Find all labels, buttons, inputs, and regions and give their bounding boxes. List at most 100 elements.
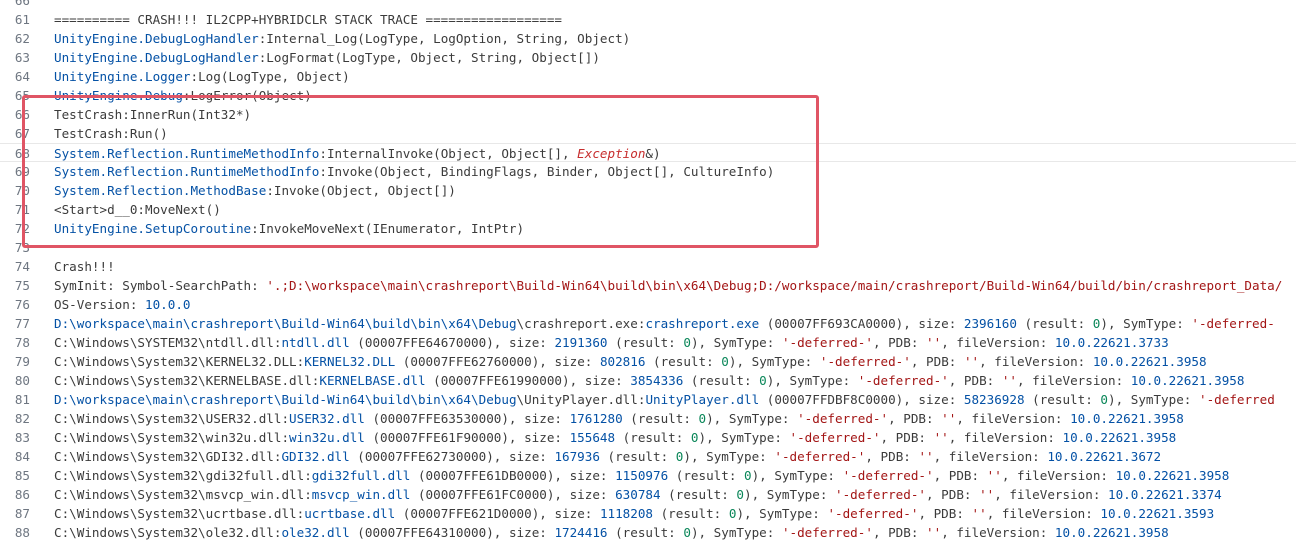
code-token: ), SymType: xyxy=(1100,316,1192,331)
code-line[interactable]: 66 xyxy=(0,0,1296,10)
code-token: Exception xyxy=(577,146,646,161)
line-number: 70 xyxy=(14,183,30,198)
code-token: '-deferred-' xyxy=(835,487,927,502)
code-token: :Log(LogType, Object) xyxy=(190,69,350,84)
code-line[interactable]: 63 UnityEngine.DebugLogHandler:LogFormat(… xyxy=(0,48,1296,67)
code-token: :InternalInvoke(Object, Object[], xyxy=(319,146,578,161)
code-token: 2191360 xyxy=(554,335,608,350)
line-content: C:\Windows\System32\ole32.dll:ole32.dll … xyxy=(54,523,1169,542)
code-line[interactable]: 78 C:\Windows\SYSTEM32\ntdll.dll:ntdll.dl… xyxy=(0,333,1296,352)
code-token: '-deferred-' xyxy=(827,506,919,521)
code-line[interactable]: 85 C:\Windows\System32\gdi32full.dll:gdi3… xyxy=(0,466,1296,485)
line-number: 71 xyxy=(14,202,30,217)
code-token: 10.0.22621.3958 xyxy=(1130,373,1245,388)
code-token: '' xyxy=(926,525,942,540)
code-line[interactable]: 81 D:\workspace\main\crashreport\Build-Wi… xyxy=(0,390,1296,409)
code-token: ntdll.dll xyxy=(281,335,350,350)
code-line[interactable]: 62 UnityEngine.DebugLogHandler:Internal_L… xyxy=(0,29,1296,48)
code-token: KERNEL32.DLL xyxy=(304,354,396,369)
line-number: 67 xyxy=(14,126,30,141)
code-token: ), SymType: xyxy=(698,430,790,445)
line-content: System.Reflection.RuntimeMethodInfo:Invo… xyxy=(54,162,774,181)
code-token: ucrtbase.dll xyxy=(304,506,396,521)
code-token: (00007FFE61F90000), size: xyxy=(364,430,570,445)
line-number: 84 xyxy=(14,449,30,464)
line-number: 78 xyxy=(14,335,30,350)
line-number: 69 xyxy=(14,164,30,179)
code-line[interactable]: 73 xyxy=(0,238,1296,257)
code-line[interactable]: 71 <Start>d__0:MoveNext() xyxy=(0,200,1296,219)
code-token: , fileVersion: xyxy=(979,354,1093,369)
code-token: 1150976 xyxy=(615,468,669,483)
line-content: D:\workspace\main\crashreport\Build-Win6… xyxy=(54,390,1275,409)
code-line[interactable]: 77 D:\workspace\main\crashreport\Build-Wi… xyxy=(0,314,1296,333)
code-token: TestCrash:Run() xyxy=(54,126,168,141)
code-token: C:\Windows\SYSTEM32\ntdll.dll: xyxy=(54,335,282,350)
code-line[interactable]: 82 C:\Windows\System32\USER32.dll:USER32.… xyxy=(0,409,1296,428)
code-token: SymInit: Symbol-SearchPath: xyxy=(54,278,267,293)
code-token: (00007FFE64670000), size: xyxy=(349,335,555,350)
line-number: 73 xyxy=(14,240,30,255)
code-token: msvcp_win.dll xyxy=(311,487,411,502)
code-token: win32u.dll xyxy=(289,430,365,445)
line-number: 87 xyxy=(14,506,30,521)
line-number: 72 xyxy=(14,221,30,236)
code-token: , PDB: xyxy=(865,449,919,464)
line-number: 86 xyxy=(14,487,30,502)
line-number: 75 xyxy=(14,278,30,293)
code-token: :Internal_Log(LogType, LogOption, String… xyxy=(258,31,631,46)
code-token: 0 xyxy=(1100,392,1108,407)
code-editor[interactable]: 66 61 ========== CRASH!!! IL2CPP+HYBRIDCLR… xyxy=(0,0,1296,540)
line-content: UnityEngine.DebugLogHandler:Internal_Log… xyxy=(54,29,630,48)
code-token: \crashreport.exe: xyxy=(516,316,646,331)
code-token: Debug xyxy=(478,392,517,407)
code-token: '' xyxy=(963,354,980,369)
code-token: '-deferred-' xyxy=(842,468,934,483)
line-content: System.Reflection.MethodBase:Invoke(Obje… xyxy=(54,181,456,200)
code-line[interactable]: 70 System.Reflection.MethodBase:Invoke(Ob… xyxy=(0,181,1296,200)
code-line[interactable]: 76 OS-Version: 10.0.0 xyxy=(0,295,1296,314)
code-token: 0 xyxy=(683,525,691,540)
code-token: '-deferred-' xyxy=(797,411,889,426)
code-token: '-deferred xyxy=(1198,392,1275,407)
code-token: 2396160 xyxy=(963,316,1017,331)
code-line[interactable]: 80 C:\Windows\System32\KERNELBASE.dll:KER… xyxy=(0,371,1296,390)
line-number: 85 xyxy=(14,468,30,483)
code-token: , fileVersion: xyxy=(994,487,1108,502)
code-line[interactable]: 72 UnityEngine.SetupCoroutine:InvokeMoveN… xyxy=(0,219,1296,238)
code-line[interactable]: 86 C:\Windows\System32\msvcp_win.dll:msvc… xyxy=(0,485,1296,504)
code-token: , PDB: xyxy=(880,430,934,445)
code-token: '-deferred- xyxy=(1191,316,1275,331)
line-number: 83 xyxy=(14,430,30,445)
code-token: 3854336 xyxy=(630,373,684,388)
code-token: '' xyxy=(979,487,995,502)
code-line[interactable]: 67 TestCrash:Run() xyxy=(0,124,1296,143)
code-line[interactable]: 75 SymInit: Symbol-SearchPath: '.;D:\work… xyxy=(0,276,1296,295)
code-token: , fileVersion: xyxy=(941,525,1055,540)
code-token: TestCrash:InnerRun(Int32*) xyxy=(54,107,252,122)
code-line[interactable]: 64 UnityEngine.Logger:Log(LogType, Object… xyxy=(0,67,1296,86)
code-line[interactable]: 65 UnityEngine.Debug:LogError(Object) xyxy=(0,86,1296,105)
code-line[interactable]: 68 System.Reflection.RuntimeMethodInfo:In… xyxy=(0,143,1296,162)
code-line[interactable]: 74 Crash!!! xyxy=(0,257,1296,276)
code-line[interactable]: 88 C:\Windows\System32\ole32.dll:ole32.dl… xyxy=(0,523,1296,542)
code-line[interactable]: 84 C:\Windows\System32\GDI32.dll:GDI32.dl… xyxy=(0,447,1296,466)
code-token: (00007FFE64310000), size: xyxy=(349,525,555,540)
line-content: C:\Windows\System32\gdi32full.dll:gdi32f… xyxy=(54,466,1229,485)
code-token: UnityEngine.Debug xyxy=(54,88,183,103)
line-content: C:\Windows\System32\KERNELBASE.dll:KERNE… xyxy=(54,371,1244,390)
code-token: (result: xyxy=(668,468,744,483)
code-token: \UnityPlayer.dll: xyxy=(516,392,646,407)
code-token: , PDB: xyxy=(910,354,964,369)
code-token: ), SymType: xyxy=(690,335,782,350)
code-token: UnityEngine.DebugLogHandler xyxy=(54,50,259,65)
code-token: (result: xyxy=(1024,392,1101,407)
code-token: (result: xyxy=(660,487,737,502)
code-line[interactable]: 61 ========== CRASH!!! IL2CPP+HYBRIDCLR S… xyxy=(0,10,1296,29)
code-line[interactable]: 79 C:\Windows\System32\KERNEL32.DLL:KERNE… xyxy=(0,352,1296,371)
code-line[interactable]: 66 TestCrash:InnerRun(Int32*) xyxy=(0,105,1296,124)
code-token: (00007FFE621D0000), size: xyxy=(395,506,600,521)
code-line[interactable]: 87 C:\Windows\System32\ucrtbase.dll:ucrtb… xyxy=(0,504,1296,523)
code-line[interactable]: 69 System.Reflection.RuntimeMethodInfo:In… xyxy=(0,162,1296,181)
code-line[interactable]: 83 C:\Windows\System32\win32u.dll:win32u.… xyxy=(0,428,1296,447)
